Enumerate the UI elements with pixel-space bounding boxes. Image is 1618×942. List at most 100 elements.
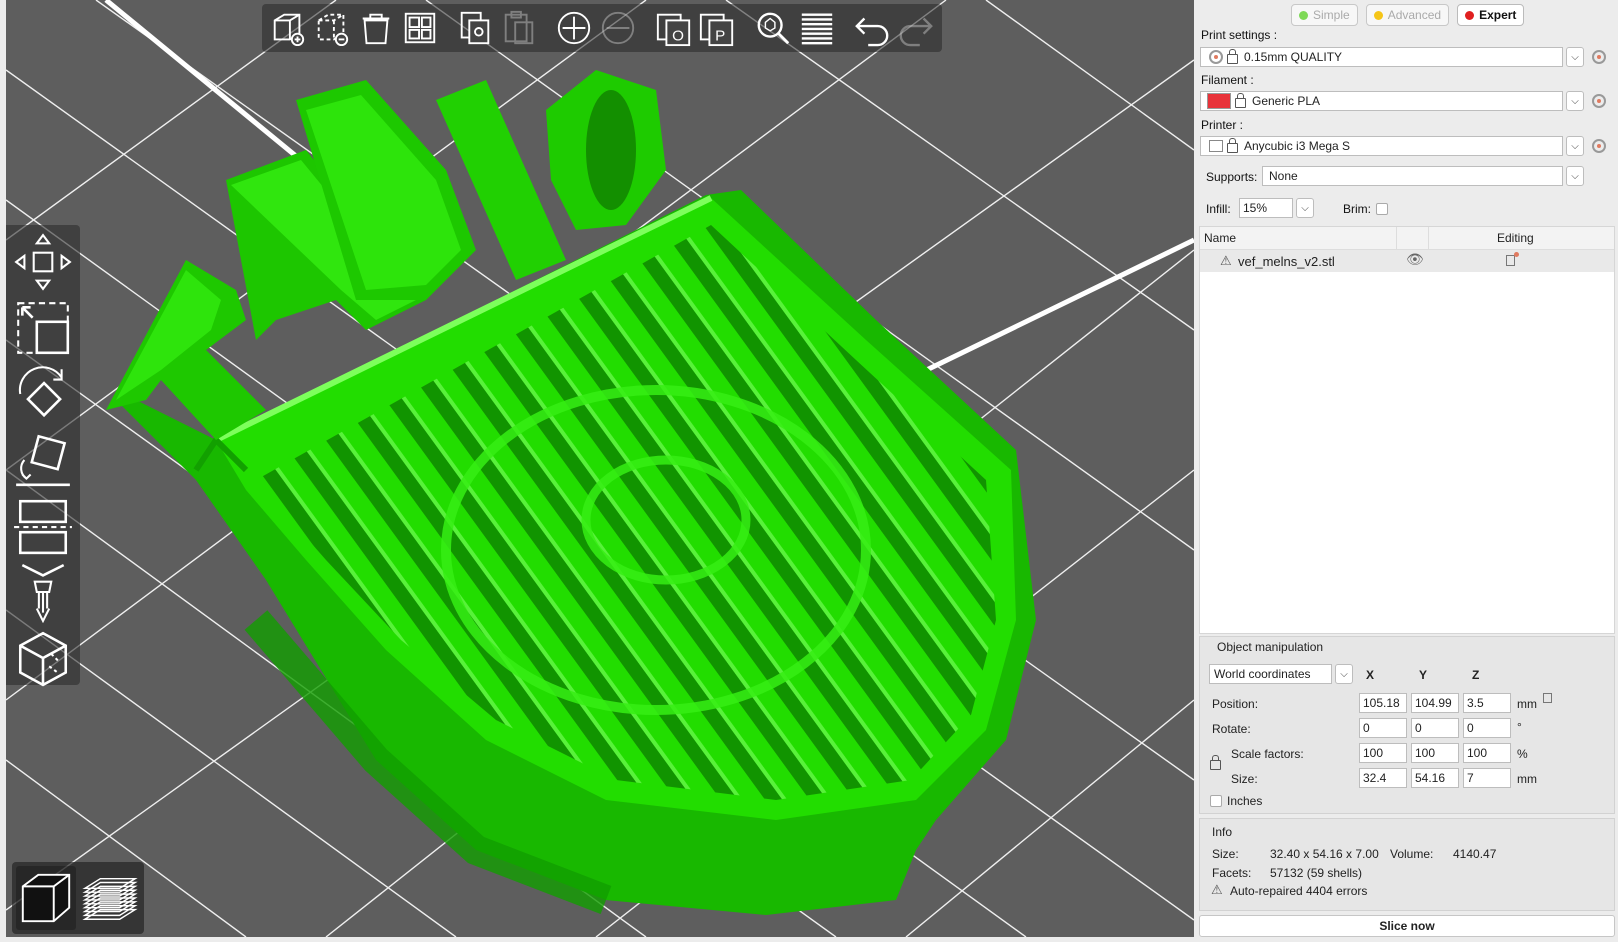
preview-icon[interactable]: [80, 866, 140, 930]
info-facets-label: Facets:: [1212, 866, 1252, 880]
remove-instance-icon[interactable]: [598, 7, 638, 49]
rotate-x-input[interactable]: 0: [1359, 718, 1407, 738]
paste-icon[interactable]: [499, 7, 539, 49]
rotate-label: Rotate:: [1212, 722, 1251, 736]
scale-y-input[interactable]: 100: [1411, 743, 1459, 763]
printer-gear-icon[interactable]: [1592, 139, 1606, 153]
expert-dot-icon: [1465, 10, 1475, 20]
undo-icon[interactable]: [852, 7, 892, 49]
coord-system-dropdown[interactable]: ⌵: [1335, 664, 1353, 684]
move-icon[interactable]: [11, 231, 75, 293]
scale-label: Scale factors:: [1231, 747, 1304, 761]
position-x-input[interactable]: 105.18: [1359, 693, 1407, 713]
inches-checkbox[interactable]: [1210, 795, 1222, 807]
manipulation-title: Object manipulation: [1217, 640, 1324, 654]
filament-color-swatch[interactable]: [1207, 93, 1231, 109]
print-settings-dropdown[interactable]: ⌵: [1566, 47, 1584, 67]
size-unit: mm: [1517, 772, 1537, 786]
scale-z-input[interactable]: 100: [1463, 743, 1511, 763]
size-label: Size:: [1231, 772, 1258, 786]
printer-dropdown[interactable]: ⌵: [1566, 136, 1584, 156]
add-icon[interactable]: [268, 7, 308, 49]
object-list-header: Name Editing: [1200, 227, 1614, 250]
mode-advanced-button[interactable]: Advanced: [1365, 4, 1450, 26]
copy-icon[interactable]: [455, 7, 495, 49]
infill-dropdown[interactable]: ⌵: [1296, 198, 1314, 218]
mode-expert-label: Expert: [1479, 8, 1517, 22]
rotate-icon[interactable]: [11, 363, 75, 425]
filament-combo[interactable]: Generic PLA: [1200, 91, 1563, 111]
info-volume-label: Volume:: [1390, 847, 1434, 861]
simple-dot-icon: [1299, 10, 1308, 20]
scale-lock-icon[interactable]: [1210, 755, 1221, 770]
redo-icon[interactable]: [896, 7, 936, 49]
filament-dropdown[interactable]: ⌵: [1566, 91, 1584, 111]
inches-label: Inches: [1227, 794, 1263, 808]
lock-icon: [1235, 93, 1246, 108]
layers-editing-icon[interactable]: [797, 7, 837, 49]
printer-combo[interactable]: Anycubic i3 Mega S: [1200, 136, 1563, 156]
paint-supports-icon[interactable]: [11, 561, 75, 623]
search-icon[interactable]: [753, 7, 793, 49]
edit-settings-icon[interactable]: [1506, 255, 1515, 266]
coord-system-value: World coordinates: [1214, 667, 1311, 681]
3d-viewport[interactable]: O P: [6, 0, 1194, 937]
print-settings-label: Print settings :: [1201, 28, 1278, 42]
delete-icon[interactable]: [312, 7, 352, 49]
scale-x-input[interactable]: 100: [1359, 743, 1407, 763]
mode-selector: Simple Advanced Expert: [1291, 4, 1525, 26]
cut-icon[interactable]: [11, 495, 75, 557]
split-objects-icon[interactable]: O: [654, 7, 694, 49]
arrange-icon[interactable]: [400, 7, 440, 49]
rotate-z-input[interactable]: 0: [1463, 718, 1511, 738]
y-header: Y: [1419, 668, 1428, 682]
delete-all-icon[interactable]: [356, 7, 396, 49]
place-on-face-icon[interactable]: [11, 429, 75, 491]
object-manipulation-panel: Object manipulation World coordinates ⌵ …: [1199, 636, 1615, 814]
col-name-header: Name: [1204, 231, 1237, 245]
info-warning-text: Auto-repaired 4404 errors: [1230, 884, 1368, 898]
object-row[interactable]: ⚠ vef_melns_v2.stl 👁: [1200, 250, 1614, 272]
filament-label: Filament :: [1201, 73, 1254, 87]
position-y-input[interactable]: 104.99: [1411, 693, 1459, 713]
info-volume-value: 4140.47: [1453, 847, 1497, 861]
infill-combo[interactable]: 15%: [1239, 198, 1293, 218]
supports-label: Supports:: [1206, 170, 1258, 184]
printer-label: Printer :: [1201, 118, 1244, 132]
3d-view-icon[interactable]: [16, 866, 76, 930]
split-parts-icon[interactable]: P: [698, 7, 738, 49]
svg-text:O: O: [672, 27, 684, 44]
mode-simple-button[interactable]: Simple: [1291, 4, 1358, 26]
brim-checkbox[interactable]: [1376, 203, 1388, 215]
position-label: Position:: [1212, 697, 1259, 711]
size-y-input[interactable]: 54.16: [1411, 768, 1459, 788]
supports-dropdown[interactable]: ⌵: [1566, 166, 1584, 186]
supports-combo[interactable]: None: [1262, 166, 1563, 186]
print-settings-combo[interactable]: 0.15mm QUALITY: [1200, 47, 1563, 67]
col-editing-header: Editing: [1497, 231, 1534, 245]
drop-to-bed-icon[interactable]: [1543, 693, 1552, 703]
coordinate-system-combo[interactable]: World coordinates: [1209, 664, 1332, 684]
visibility-eye-icon[interactable]: 👁: [1406, 251, 1424, 268]
seam-painting-icon[interactable]: [11, 627, 75, 689]
size-x-input[interactable]: 32.4: [1359, 768, 1407, 788]
infill-label: Infill:: [1206, 202, 1231, 216]
lock-icon: [1227, 49, 1238, 64]
rotate-y-input[interactable]: 0: [1411, 718, 1459, 738]
position-unit: mm: [1517, 697, 1537, 711]
scale-icon[interactable]: [11, 297, 75, 359]
brim-label: Brim:: [1343, 202, 1371, 216]
info-size-label: Size:: [1212, 847, 1239, 861]
print-settings-gear-icon[interactable]: [1592, 50, 1606, 64]
mode-advanced-label: Advanced: [1387, 8, 1442, 22]
position-z-input[interactable]: 3.5: [1463, 693, 1511, 713]
infill-value: 15%: [1243, 201, 1268, 215]
filament-gear-icon[interactable]: [1592, 94, 1606, 108]
slice-now-button[interactable]: Slice now: [1199, 915, 1615, 937]
x-header: X: [1366, 668, 1375, 682]
size-z-input[interactable]: 7: [1463, 768, 1511, 788]
info-panel: Info Size: 32.40 x 54.16 x 7.00 Volume: …: [1199, 818, 1615, 911]
add-instance-icon[interactable]: [554, 7, 594, 49]
mode-expert-button[interactable]: Expert: [1457, 4, 1525, 26]
advanced-dot-icon: [1373, 10, 1383, 20]
